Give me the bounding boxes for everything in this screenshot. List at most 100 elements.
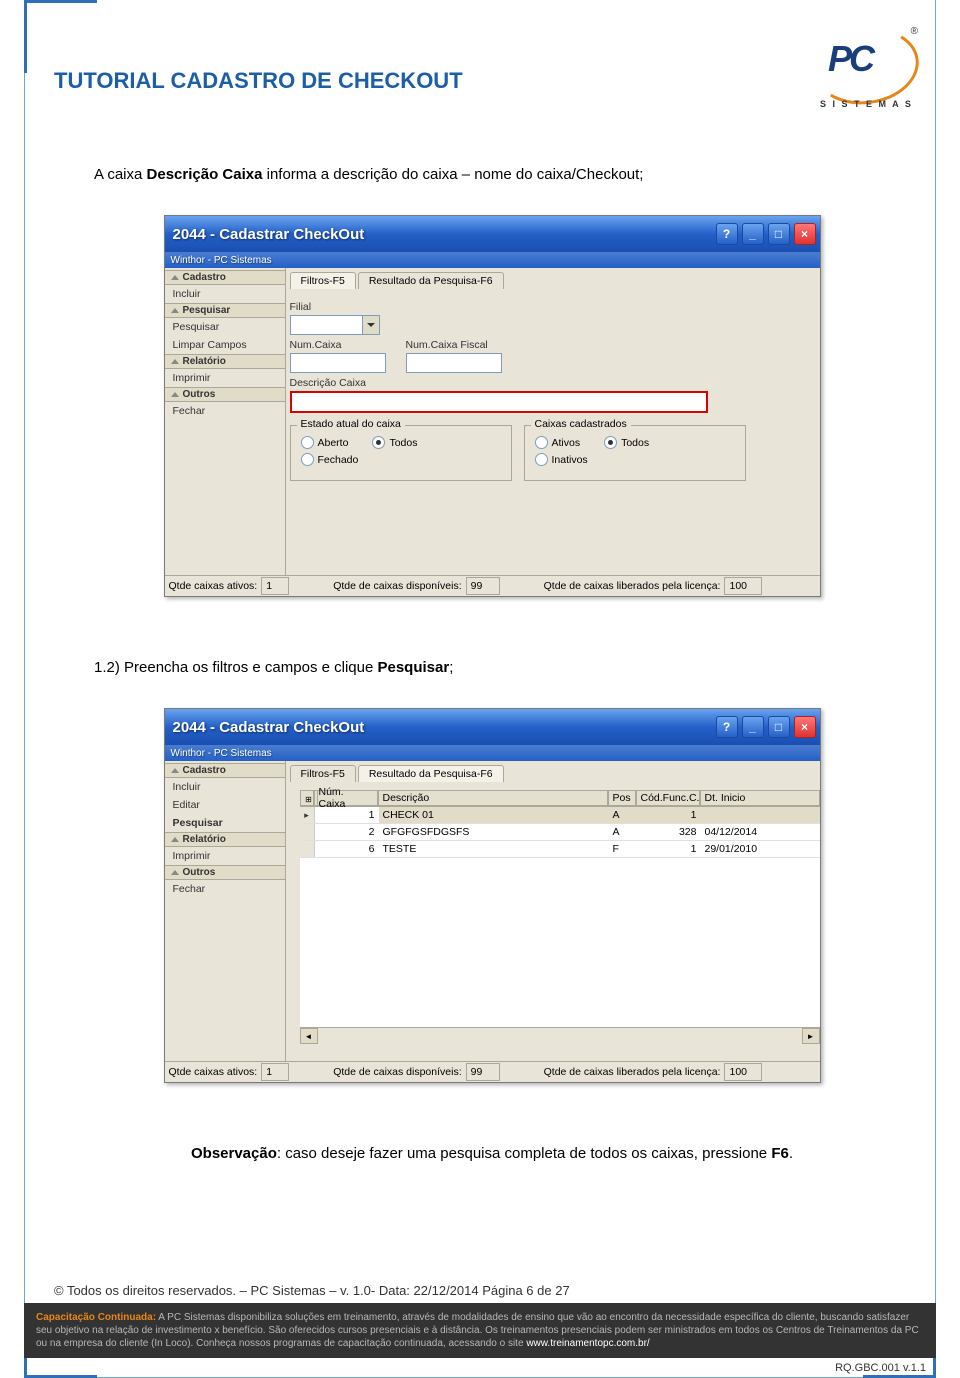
sidebar-item-editar[interactable]: Editar: [165, 796, 285, 814]
intro-paragraph: A caixa Descrição Caixa informa a descri…: [94, 164, 890, 185]
row-indicator-icon: [300, 841, 315, 857]
fieldset-estado: Estado atual do caixa Aberto Todos Fecha…: [290, 425, 512, 481]
sidebar: Cadastro Incluir Editar Pesquisar Relató…: [165, 761, 286, 1061]
scroll-right-icon[interactable]: ►: [802, 1028, 820, 1044]
descricao-input-highlighted[interactable]: [290, 391, 708, 413]
fieldset-title: Estado atual do caixa: [297, 418, 405, 430]
corner-decoration: [24, 0, 97, 73]
cell: 1: [637, 807, 701, 823]
cell: 1: [637, 841, 701, 857]
sidebar-item-incluir[interactable]: Incluir: [165, 285, 285, 303]
text-bold: Descrição Caixa: [147, 166, 263, 183]
tab-filtros[interactable]: Filtros-F5: [290, 765, 356, 782]
sidebar-section-cadastro[interactable]: Cadastro: [165, 763, 285, 778]
col-header-num[interactable]: Núm. Caixa: [314, 790, 378, 806]
document-id: RQ.GBC.001 v.1.1: [835, 1362, 926, 1374]
radio-todos-2[interactable]: Todos: [604, 436, 649, 449]
status-bar: Qtde caixas ativos: 1 Qtde de caixas dis…: [165, 575, 820, 596]
logo-text: PC: [828, 38, 872, 80]
cell: A: [609, 824, 637, 840]
numcaixafiscal-input[interactable]: [406, 353, 502, 373]
close-button[interactable]: ×: [794, 223, 816, 245]
window-subtitle: Winthor - PC Sistemas: [165, 745, 820, 761]
text: 1.2) Preencha os filtros e campos e cliq…: [94, 659, 377, 676]
status-label: Qtde de caixas disponíveis:: [329, 579, 465, 593]
sidebar-item-incluir[interactable]: Incluir: [165, 778, 285, 796]
help-button[interactable]: ?: [716, 223, 738, 245]
radio-inativos[interactable]: Inativos: [535, 453, 588, 466]
col-header-cod[interactable]: Cód.Func.C.: [636, 790, 700, 806]
registered-icon: ®: [911, 26, 918, 37]
sidebar-item-imprimir[interactable]: Imprimir: [165, 847, 285, 865]
scroll-left-icon[interactable]: ◄: [300, 1028, 318, 1044]
screenshot-1: 2044 - Cadastrar CheckOut ? _ □ × Wintho…: [164, 215, 821, 597]
window-title: 2044 - Cadastrar CheckOut: [169, 719, 365, 736]
minimize-button[interactable]: _: [742, 716, 764, 738]
window-subtitle: Winthor - PC Sistemas: [165, 252, 820, 268]
fieldset-caixas: Caixas cadastrados Ativos Todos Inativos: [524, 425, 746, 481]
radio-fechado[interactable]: Fechado: [301, 453, 359, 466]
footer-copyright: © Todos os direitos reservados. – PC Sis…: [54, 1283, 906, 1298]
cell: TESTE: [379, 841, 609, 857]
text: : caso deseje fazer uma pesquisa complet…: [277, 1145, 771, 1162]
cell: [701, 807, 820, 823]
sidebar-item-pesquisar-selected[interactable]: Pesquisar: [165, 814, 285, 832]
filial-dropdown[interactable]: [290, 315, 380, 335]
text: informa a descrição do caixa – nome do c…: [262, 166, 643, 183]
label-filial: Filial: [290, 301, 816, 313]
sidebar-section-relatorio[interactable]: Relatório: [165, 832, 285, 847]
step-paragraph: 1.2) Preencha os filtros e campos e cliq…: [94, 657, 890, 678]
footer-banner-link: www.treinamentopc.com.br/: [526, 1338, 649, 1349]
text: A caixa: [94, 166, 147, 183]
cell: GFGFGSFDGSFS: [379, 824, 609, 840]
horizontal-scrollbar[interactable]: ◄ ►: [300, 1027, 820, 1044]
maximize-button[interactable]: □: [768, 223, 790, 245]
screenshot-2: 2044 - Cadastrar CheckOut ? _ □ × Wintho…: [164, 708, 821, 1083]
sidebar-item-imprimir[interactable]: Imprimir: [165, 369, 285, 387]
row-indicator-icon: [300, 807, 315, 823]
sidebar-item-fechar[interactable]: Fechar: [165, 402, 285, 420]
table-row[interactable]: 6 TESTE F 1 29/01/2010: [300, 841, 820, 858]
table-row[interactable]: 2 GFGFGSFDGSFS A 328 04/12/2014: [300, 824, 820, 841]
cell: 328: [637, 824, 701, 840]
sidebar-item-limpar[interactable]: Limpar Campos: [165, 336, 285, 354]
maximize-button[interactable]: □: [768, 716, 790, 738]
tab-resultado[interactable]: Resultado da Pesquisa-F6: [358, 272, 504, 289]
table-row-selected[interactable]: 1 CHECK 01 A 1: [300, 807, 820, 824]
status-bar: Qtde caixas ativos: 1 Qtde de caixas dis…: [165, 1061, 820, 1082]
radio-todos[interactable]: Todos: [372, 436, 417, 449]
col-header-desc[interactable]: Descrição: [378, 790, 608, 806]
sidebar-section-relatorio[interactable]: Relatório: [165, 354, 285, 369]
fieldset-title: Caixas cadastrados: [531, 418, 631, 430]
status-value: 1: [261, 577, 289, 595]
help-button[interactable]: ?: [716, 716, 738, 738]
cell: A: [609, 807, 637, 823]
status-value: 99: [466, 1063, 500, 1081]
numcaixa-input[interactable]: [290, 353, 386, 373]
footer-banner: Capacitação Continuada: A PC Sistemas di…: [24, 1303, 936, 1358]
col-header-dt[interactable]: Dt. Inicio: [700, 790, 820, 806]
tab-resultado[interactable]: Resultado da Pesquisa-F6: [358, 765, 504, 782]
window-titlebar: 2044 - Cadastrar CheckOut ? _ □ ×: [165, 216, 820, 252]
col-header-pos[interactable]: Pos: [608, 790, 636, 806]
sidebar-section-outros[interactable]: Outros: [165, 865, 285, 880]
status-value: 100: [724, 1063, 762, 1081]
sidebar-section-cadastro[interactable]: Cadastro: [165, 270, 285, 285]
cell: CHECK 01: [379, 807, 609, 823]
text: ;: [449, 659, 453, 676]
label-numcaixa: Num.Caixa: [290, 339, 386, 351]
tab-filtros[interactable]: Filtros-F5: [290, 272, 356, 289]
sidebar-item-fechar[interactable]: Fechar: [165, 880, 285, 898]
radio-ativos[interactable]: Ativos: [535, 436, 581, 449]
minimize-button[interactable]: _: [742, 223, 764, 245]
sidebar-section-outros[interactable]: Outros: [165, 387, 285, 402]
sidebar-item-pesquisar[interactable]: Pesquisar: [165, 318, 285, 336]
grid-selector-icon[interactable]: ⊞: [300, 790, 318, 808]
status-label: Qtde de caixas liberados pela licença:: [540, 1065, 725, 1079]
chevron-down-icon[interactable]: [363, 315, 380, 335]
close-button[interactable]: ×: [794, 716, 816, 738]
sidebar-section-pesquisar[interactable]: Pesquisar: [165, 303, 285, 318]
status-label: Qtde de caixas liberados pela licença:: [540, 579, 725, 593]
radio-aberto[interactable]: Aberto: [301, 436, 349, 449]
status-value: 99: [466, 577, 500, 595]
